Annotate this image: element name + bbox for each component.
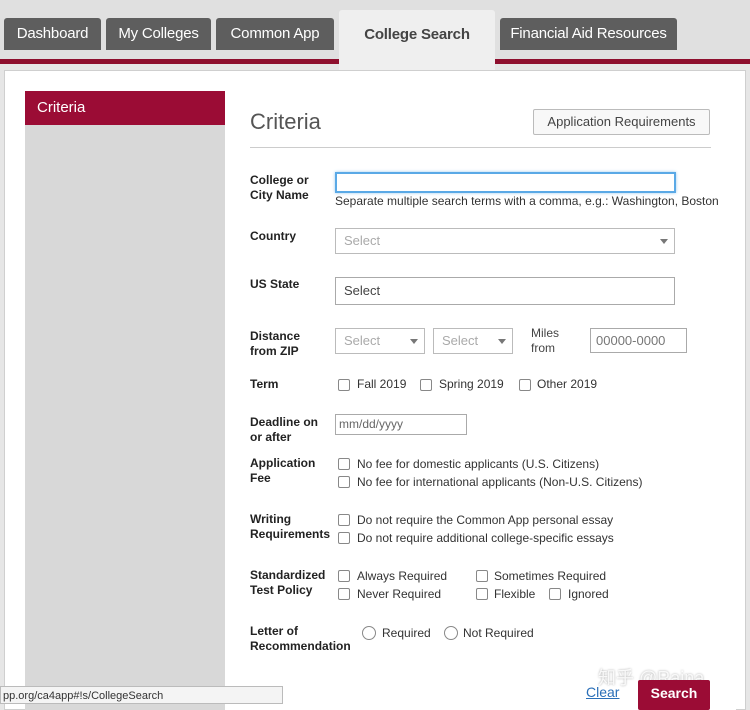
recommendation-not-required-radio[interactable] (444, 626, 458, 640)
term-other-checkbox[interactable] (519, 379, 531, 391)
search-button[interactable]: Search (638, 680, 710, 710)
college-name-label: College or City Name (250, 173, 309, 202)
chevron-down-icon (498, 339, 506, 344)
application-fee-label: Application Fee (250, 456, 316, 485)
zip-input[interactable]: 00000-0000 (590, 328, 687, 353)
recommendation-required-radio[interactable] (362, 626, 376, 640)
test-sometimes-required-checkbox[interactable] (476, 570, 488, 582)
country-label: Country (250, 229, 296, 243)
us-state-select[interactable]: Select (335, 277, 675, 305)
no-college-essays-checkbox[interactable] (338, 532, 350, 544)
fee-international-label: No fee for international applicants (Non… (357, 475, 643, 489)
application-requirements-button[interactable]: Application Requirements (533, 109, 710, 135)
us-state-label: US State (250, 277, 300, 291)
test-sometimes-required-label: Sometimes Required (494, 569, 607, 583)
test-policy-label: Standardized Test Policy (250, 568, 326, 597)
college-name-hint: Separate multiple search terms with a co… (335, 194, 719, 208)
recommendation-label: Letter of Recommendation (250, 624, 351, 653)
clear-link[interactable]: Clear (586, 684, 619, 700)
fee-domestic-checkbox[interactable] (338, 458, 350, 470)
term-spring-label: Spring 2019 (439, 377, 504, 391)
test-ignored-label: Ignored (568, 587, 609, 601)
status-bar-url: pp.org/ca4app#!s/CollegeSearch (0, 686, 283, 704)
test-always-required-checkbox[interactable] (338, 570, 350, 582)
test-never-required-checkbox[interactable] (338, 588, 350, 600)
tab-dashboard[interactable]: Dashboard (4, 18, 101, 50)
test-ignored-checkbox[interactable] (549, 588, 561, 600)
test-flexible-label: Flexible (494, 587, 536, 601)
deadline-date-input[interactable]: mm/dd/yyyy (335, 414, 467, 435)
test-always-required-label: Always Required (357, 569, 448, 583)
no-personal-essay-label: Do not require the Common App personal e… (357, 513, 614, 527)
distance-select[interactable]: Select (335, 328, 425, 354)
sidebar: Criteria (25, 91, 225, 710)
no-college-essays-label: Do not require additional college-specif… (357, 531, 614, 545)
fee-domestic-label: No fee for domestic applicants (U.S. Cit… (357, 457, 600, 471)
term-other-label: Other 2019 (537, 377, 598, 391)
page-title: Criteria (250, 109, 321, 134)
distance-unit-select[interactable]: Select (433, 328, 513, 354)
tab-underline-right (495, 59, 750, 64)
deadline-label: Deadline on or after (250, 415, 319, 444)
tab-college-search[interactable]: College Search (339, 10, 495, 70)
term-fall-checkbox[interactable] (338, 379, 350, 391)
distance-label: Distance from ZIP (250, 329, 301, 358)
miles-from-label: Miles from (531, 326, 560, 355)
tab-my-colleges[interactable]: My Colleges (106, 18, 211, 50)
no-personal-essay-checkbox[interactable] (338, 514, 350, 526)
divider (250, 147, 711, 148)
fee-international-checkbox[interactable] (338, 476, 350, 488)
tab-financial-aid-resources[interactable]: Financial Aid Resources (500, 18, 677, 50)
term-fall-label: Fall 2019 (357, 377, 407, 391)
recommendation-required-label: Required (382, 626, 431, 640)
term-spring-checkbox[interactable] (420, 379, 432, 391)
term-label: Term (250, 377, 279, 391)
chevron-down-icon (660, 239, 668, 244)
college-name-input[interactable] (335, 172, 676, 193)
tab-common-app[interactable]: Common App (216, 18, 334, 50)
country-select[interactable]: Select (335, 228, 675, 254)
tab-underline-left (0, 59, 339, 64)
writing-requirements-label: Writing Requirements (250, 512, 331, 541)
sidebar-item-criteria[interactable]: Criteria (25, 91, 225, 125)
test-flexible-checkbox[interactable] (476, 588, 488, 600)
recommendation-not-required-label: Not Required (463, 626, 534, 640)
test-never-required-label: Never Required (357, 587, 442, 601)
top-tab-bar: Dashboard My Colleges Common App College… (0, 0, 750, 70)
chevron-down-icon (410, 339, 418, 344)
